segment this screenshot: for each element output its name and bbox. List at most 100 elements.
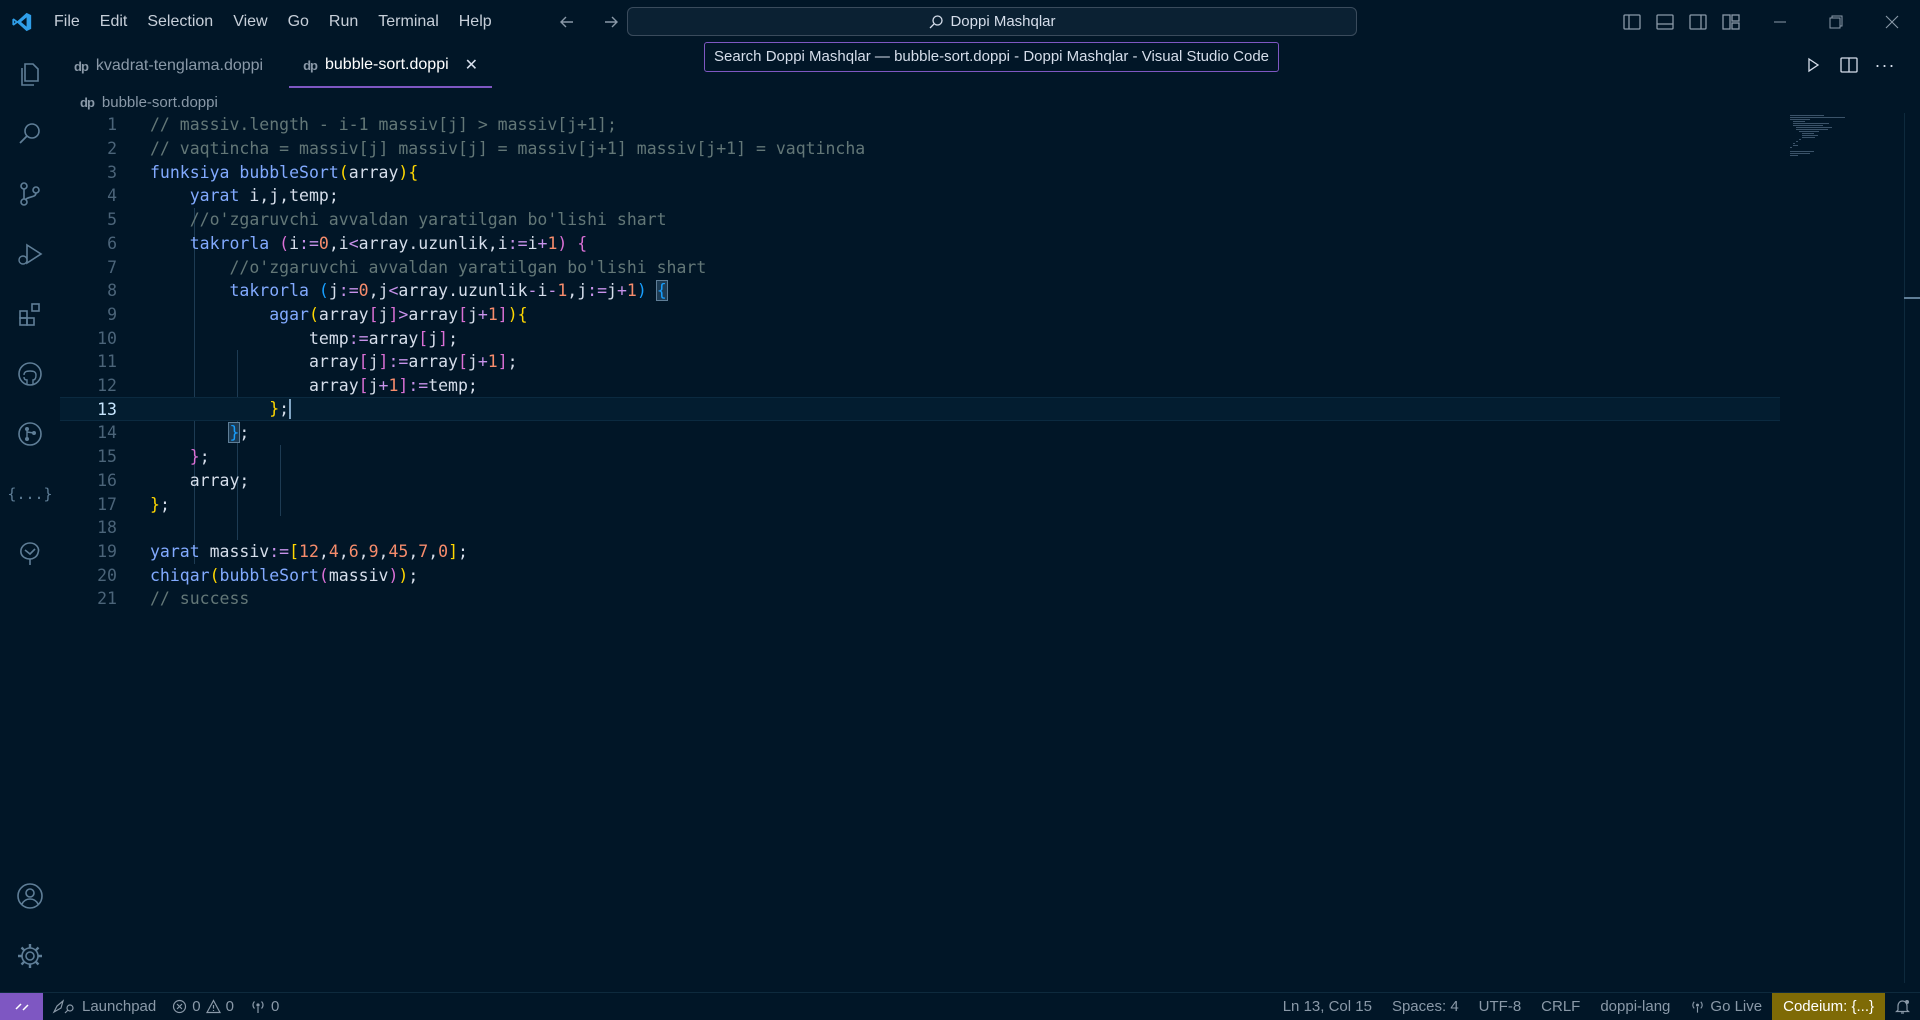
code-text: array[j]:=array[j+1]; bbox=[308, 352, 518, 372]
search-icon[interactable] bbox=[14, 118, 46, 150]
code-editor[interactable]: 1 // massiv.length - i-1 massiv[j] > mass… bbox=[60, 113, 1780, 813]
run-debug-icon[interactable] bbox=[14, 238, 46, 270]
activity-bar: {...} bbox=[0, 44, 60, 992]
menu-run[interactable]: Run bbox=[319, 0, 368, 44]
line-number: 20 bbox=[97, 565, 117, 585]
settings-gear-icon[interactable] bbox=[14, 940, 46, 972]
code-line: 8 takrorla (j:=0,j<array.uzunlik-i-1,j:=… bbox=[60, 279, 1780, 303]
tab-kvadrat-tenglama[interactable]: dp kvadrat-tenglama.doppi bbox=[60, 44, 277, 88]
code-line: 5 //o'zgaruvchi avvaldan yaratilgan bo'l… bbox=[60, 208, 1780, 232]
customize-layout-icon[interactable] bbox=[1719, 10, 1743, 34]
code-text: temp:=array[j]; bbox=[308, 328, 458, 348]
launchpad-label: Launchpad bbox=[82, 998, 157, 1015]
split-editor-icon[interactable] bbox=[1838, 54, 1860, 76]
doppi-file-icon: dp bbox=[80, 94, 95, 110]
notifications-bell-icon[interactable] bbox=[1885, 993, 1920, 1020]
accounts-icon[interactable] bbox=[14, 880, 46, 912]
source-control-icon[interactable] bbox=[14, 178, 46, 210]
go-live-button[interactable]: Go Live bbox=[1680, 993, 1772, 1020]
broadcast-icon bbox=[252, 1001, 264, 1013]
line-number: 4 bbox=[107, 186, 117, 206]
doppi-file-icon: dp bbox=[303, 57, 318, 73]
cursor-position[interactable]: Ln 13, Col 15 bbox=[1273, 993, 1382, 1020]
menu-view[interactable]: View bbox=[223, 0, 277, 44]
tab-bubble-sort[interactable]: dp bubble-sort.doppi ✕ bbox=[289, 44, 493, 88]
more-actions-icon[interactable]: ··· bbox=[1874, 54, 1896, 76]
code-line: 18 bbox=[60, 516, 1780, 540]
remote-indicator-icon[interactable] bbox=[0, 992, 43, 1020]
menu-selection[interactable]: Selection bbox=[137, 0, 223, 44]
error-count: 0 bbox=[192, 998, 201, 1015]
code-line: 12 array[j+1]:=temp; bbox=[60, 374, 1780, 398]
menu-help[interactable]: Help bbox=[449, 0, 502, 44]
explorer-icon[interactable] bbox=[14, 58, 46, 90]
line-number: 17 bbox=[97, 494, 117, 514]
menu-terminal[interactable]: Terminal bbox=[368, 0, 448, 44]
indentation[interactable]: Spaces: 4 bbox=[1382, 993, 1469, 1020]
menu-edit[interactable]: Edit bbox=[90, 0, 138, 44]
command-center-label: Doppi Mashqlar bbox=[950, 13, 1056, 30]
code-line-current: 13 }; bbox=[60, 397, 1780, 422]
close-window-icon[interactable] bbox=[1864, 0, 1920, 44]
line-number: 7 bbox=[107, 257, 117, 277]
run-file-icon[interactable] bbox=[1802, 54, 1824, 76]
rocket-icon bbox=[52, 998, 74, 1014]
ports-item[interactable]: 0 bbox=[242, 993, 287, 1020]
command-center-search[interactable]: Doppi Mashqlar bbox=[627, 7, 1357, 36]
title-bar: File Edit Selection View Go Run Terminal… bbox=[0, 0, 1920, 44]
line-number: 2 bbox=[107, 139, 117, 159]
code-line: 19 yarat massiv:=[12,4,6,9,45,7,0]; bbox=[60, 540, 1780, 564]
forward-arrow-icon[interactable] bbox=[599, 10, 623, 34]
code-text: }; bbox=[150, 494, 170, 514]
code-line: 16 array; bbox=[60, 469, 1780, 493]
menu-go[interactable]: Go bbox=[278, 0, 319, 44]
close-tab-icon[interactable]: ✕ bbox=[465, 55, 478, 75]
line-number: 10 bbox=[97, 328, 117, 348]
toggle-primary-sidebar-icon[interactable] bbox=[1620, 10, 1644, 34]
code-text: //o'zgaruvchi avvaldan yaratilgan bo'lis… bbox=[150, 257, 707, 277]
vscode-logo-icon bbox=[0, 0, 44, 44]
remote-explorer-icon[interactable] bbox=[14, 538, 46, 570]
line-number: 21 bbox=[97, 589, 117, 609]
code-text: }; bbox=[269, 398, 292, 420]
code-line: 10 temp:=array[j]; bbox=[60, 326, 1780, 350]
code-line: 1 // massiv.length - i-1 massiv[j] > mass… bbox=[60, 113, 1780, 137]
code-line: 17}; bbox=[60, 492, 1780, 516]
menu-file[interactable]: File bbox=[44, 0, 90, 44]
line-number: 13 bbox=[97, 399, 117, 419]
code-text: //o'zgaruvchi avvaldan yaratilgan bo'lis… bbox=[150, 210, 667, 230]
line-number: 19 bbox=[97, 541, 117, 561]
github-icon[interactable] bbox=[14, 358, 46, 390]
line-number: 6 bbox=[107, 233, 117, 253]
status-bar: Launchpad 0 0 0 Ln 13, Col 15 Spaces: 4 … bbox=[0, 992, 1920, 1020]
language-mode[interactable]: doppi-lang bbox=[1590, 993, 1680, 1020]
toggle-panel-icon[interactable] bbox=[1653, 10, 1677, 34]
tab-label: bubble-sort.doppi bbox=[325, 56, 449, 73]
line-number: 12 bbox=[97, 376, 117, 396]
encoding[interactable]: UTF-8 bbox=[1469, 993, 1532, 1020]
code-text: // vaqtincha = massiv[j] massiv[j] = mas… bbox=[150, 139, 866, 159]
code-line: 15 }; bbox=[60, 445, 1780, 469]
minimize-window-icon[interactable] bbox=[1752, 0, 1808, 44]
code-line: 21 // success bbox=[60, 587, 1780, 611]
code-text: funksiya bubbleSort(array){ bbox=[150, 162, 419, 182]
minimap[interactable] bbox=[1790, 113, 1870, 163]
problems-item[interactable]: 0 0 bbox=[164, 993, 242, 1020]
restore-window-icon[interactable] bbox=[1808, 0, 1864, 44]
breadcrumb[interactable]: dp bubble-sort.doppi bbox=[80, 92, 218, 112]
warning-icon bbox=[205, 999, 221, 1014]
git-graph-icon[interactable] bbox=[14, 418, 46, 450]
launchpad-item[interactable]: Launchpad bbox=[43, 993, 164, 1020]
json-braces-icon[interactable]: {...} bbox=[7, 478, 52, 510]
vertical-scrollbar[interactable] bbox=[1904, 113, 1920, 983]
codeium-status[interactable]: Codeium: {...} bbox=[1772, 993, 1885, 1020]
code-line: 4 yarat i,j,temp; bbox=[60, 184, 1780, 208]
toggle-secondary-sidebar-icon[interactable] bbox=[1686, 10, 1710, 34]
line-number: 15 bbox=[97, 447, 117, 467]
back-arrow-icon[interactable] bbox=[555, 10, 579, 34]
breadcrumb-file[interactable]: bubble-sort.doppi bbox=[102, 94, 218, 111]
extensions-icon[interactable] bbox=[14, 298, 46, 330]
ports-count: 0 bbox=[270, 998, 280, 1015]
end-of-line[interactable]: CRLF bbox=[1531, 993, 1590, 1020]
line-number: 3 bbox=[107, 162, 117, 182]
